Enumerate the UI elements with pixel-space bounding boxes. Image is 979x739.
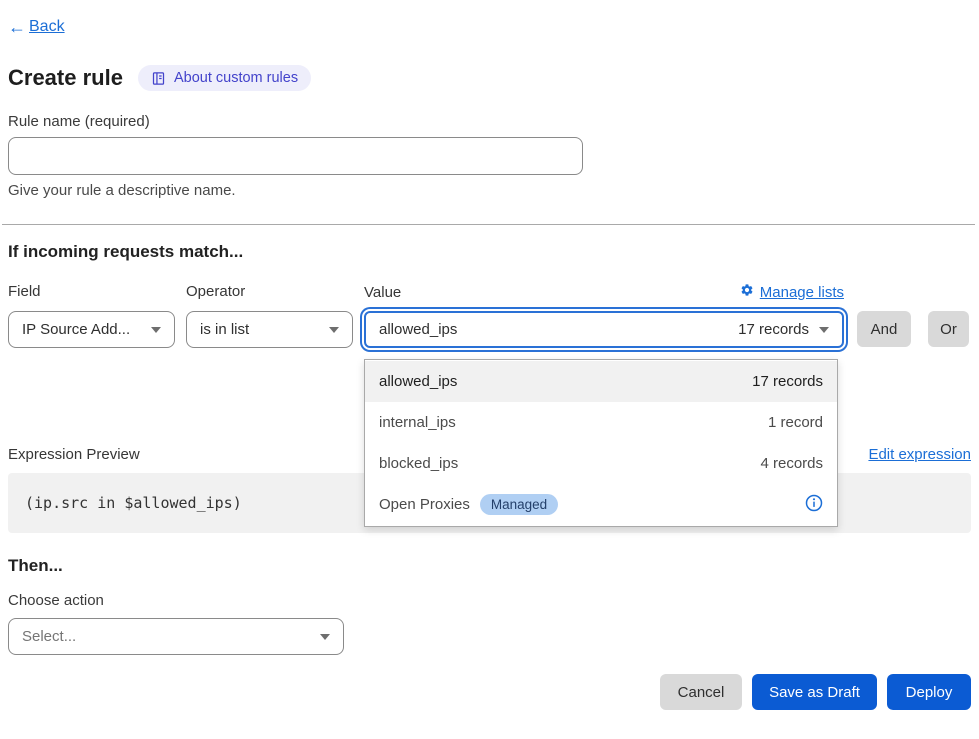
list-record-count: 1 record [768,414,823,431]
list-item-open-proxies[interactable]: Open Proxies Managed [365,484,837,525]
list-name: internal_ips [379,414,456,431]
list-record-count: 17 records [752,373,823,390]
operator-label: Operator [186,283,353,301]
list-name: Open Proxies [379,496,470,513]
save-as-draft-button[interactable]: Save as Draft [752,674,877,710]
operator-select[interactable]: is in list [186,311,353,348]
about-custom-rules-label: About custom rules [174,70,298,86]
field-label: Field [8,283,175,301]
field-select[interactable]: IP Source Add... [8,311,175,348]
choose-action-label: Choose action [8,592,971,609]
list-item-allowed-ips[interactable]: allowed_ips 17 records [365,361,837,402]
expression-preview-label: Expression Preview [8,446,140,463]
list-record-count: 4 records [760,455,823,472]
about-custom-rules-link[interactable]: About custom rules [138,65,311,91]
action-select-placeholder: Select... [22,628,76,645]
managed-badge: Managed [480,494,558,515]
chevron-down-icon [151,327,161,333]
list-name: blocked_ips [379,455,458,472]
rule-name-label: Rule name (required) [8,113,971,130]
cancel-button[interactable]: Cancel [660,674,742,710]
list-item-blocked-ips[interactable]: blocked_ips 4 records [365,443,837,484]
field-select-value: IP Source Add... [22,321,130,338]
section-divider [2,224,975,225]
info-icon[interactable] [805,494,823,516]
rule-name-help: Give your rule a descriptive name. [8,182,971,199]
back-link[interactable]: ←Back [8,18,65,36]
page-title: Create rule [8,65,123,91]
chevron-down-icon [329,327,339,333]
book-icon [151,71,166,86]
rule-name-input[interactable] [8,137,583,175]
action-select[interactable]: Select... [8,618,344,655]
then-section-heading: Then... [8,556,971,576]
list-name: allowed_ips [379,373,457,390]
manage-lists-link[interactable]: Manage lists [740,283,844,301]
back-label: Back [29,18,65,36]
edit-expression-link[interactable]: Edit expression [868,446,971,463]
operator-select-value: is in list [200,321,249,338]
chevron-down-icon [320,634,330,640]
value-select[interactable]: allowed_ips 17 records [364,311,844,348]
value-dropdown-panel: allowed_ips 17 records internal_ips 1 re… [364,359,838,527]
create-rule-page: ←Back Create rule About custom rules Rul… [0,0,979,710]
list-item-internal-ips[interactable]: internal_ips 1 record [365,402,837,443]
gear-icon [740,283,754,301]
and-button[interactable]: And [857,311,911,347]
deploy-button[interactable]: Deploy [887,674,971,710]
value-select-value: allowed_ips [379,321,457,338]
manage-lists-label: Manage lists [760,284,844,301]
value-select-records: 17 records [738,321,809,338]
or-button[interactable]: Or [928,311,969,347]
back-arrow-icon: ← [8,18,26,36]
expression-code: (ip.src in $allowed_ips) [25,494,242,512]
chevron-down-icon [819,327,829,333]
value-label: Value [364,284,401,301]
match-section-heading: If incoming requests match... [8,242,971,262]
